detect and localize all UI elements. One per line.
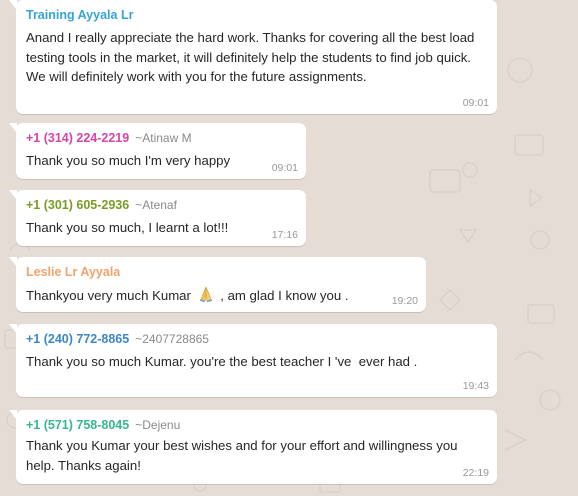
sender-push-name: ~Dejenu bbox=[135, 418, 181, 432]
message-text: Thank you Kumar your best wishes and for… bbox=[26, 438, 462, 473]
sender-phone[interactable]: +1 (571) 758-8045 bbox=[26, 418, 129, 432]
message-timestamp: 22:19 bbox=[462, 467, 489, 479]
sender-line: Training Ayyala Lr bbox=[26, 7, 487, 23]
message-timestamp: 09:01 bbox=[462, 97, 489, 109]
message-text: Thank you so much Kumar. you're the best… bbox=[26, 354, 418, 369]
message-timestamp: 17:16 bbox=[271, 229, 298, 241]
sender-phone[interactable]: +1 (301) 605-2936 bbox=[26, 198, 129, 212]
message-timestamp: 09:01 bbox=[271, 162, 298, 174]
message-timestamp: 19:43 bbox=[462, 380, 489, 392]
sender-line: +1 (301) 605-2936 ~Atenaf bbox=[26, 197, 296, 213]
sender-push-name: ~Atinaw M bbox=[135, 131, 192, 145]
message-text: Thankyou very much Kumar , am glad I kno… bbox=[26, 285, 416, 306]
sender-line: +1 (571) 758-8045 ~Dejenu bbox=[26, 417, 487, 433]
sender-line: +1 (240) 772-8865 ~2407728865 bbox=[26, 331, 487, 347]
message-text: Thank you so much I'm very happy bbox=[26, 153, 231, 168]
message-bubble[interactable]: +1 (571) 758-8045 ~Dejenu Thank you Kumar… bbox=[9, 410, 497, 484]
message-bubble[interactable]: +1 (240) 772-8865 ~2407728865 Thank you s… bbox=[9, 324, 497, 397]
message-text-part: , am glad I know you . bbox=[216, 288, 349, 303]
message-text: Anand I really appreciate the hard work.… bbox=[26, 30, 479, 84]
sender-name[interactable]: Leslie Lr Ayyala bbox=[26, 265, 120, 279]
message-text: Thank you so much, I learnt a lot!!! bbox=[26, 220, 229, 235]
message-bubble[interactable]: Training Ayyala Lr Anand I really apprec… bbox=[9, 0, 497, 114]
sender-name[interactable]: Training Ayyala Lr bbox=[26, 8, 133, 22]
sender-push-name: ~2407728865 bbox=[135, 332, 209, 346]
sender-phone[interactable]: +1 (240) 772-8865 bbox=[26, 332, 129, 346]
sender-phone[interactable]: +1 (314) 224-2219 bbox=[26, 131, 129, 145]
sender-line: Leslie Lr Ayyala bbox=[26, 264, 416, 280]
message-bubble[interactable]: +1 (301) 605-2936 ~Atenaf Thank you so mu… bbox=[9, 190, 306, 246]
message-text-part: Thankyou very much Kumar bbox=[26, 288, 195, 303]
sender-push-name: ~Atenaf bbox=[135, 198, 177, 212]
message-bubble[interactable]: +1 (314) 224-2219 ~Atinaw M Thank you so … bbox=[9, 123, 306, 179]
message-bubble[interactable]: Leslie Lr Ayyala Thankyou very much Kuma… bbox=[9, 257, 426, 312]
folded-hands-icon bbox=[199, 286, 212, 303]
sender-line: +1 (314) 224-2219 ~Atinaw M bbox=[26, 130, 296, 146]
message-timestamp: 19:20 bbox=[391, 295, 418, 307]
